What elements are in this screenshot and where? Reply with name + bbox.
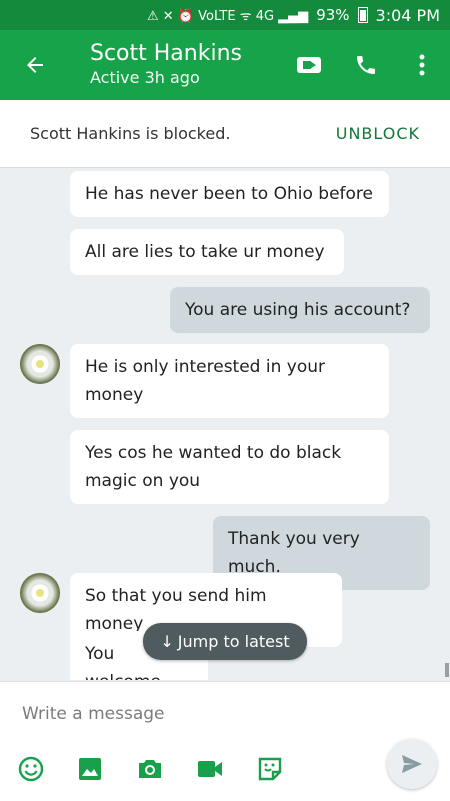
emoji-icon (18, 756, 44, 782)
jump-to-latest-label: Jump to latest (177, 632, 290, 651)
message-bubble-incoming[interactable]: He is only interested in your money (70, 344, 389, 418)
image-button[interactable] (75, 754, 105, 784)
sticker-icon (258, 757, 282, 781)
send-icon (402, 755, 422, 773)
voice-call-button[interactable] (338, 30, 394, 100)
scrollbar[interactable] (445, 663, 449, 677)
send-button[interactable] (387, 739, 437, 789)
conversation-title[interactable]: Scott Hankins Active 3h ago (70, 41, 282, 89)
composer (0, 681, 450, 801)
jump-to-latest-button[interactable]: ↓ Jump to latest (143, 623, 307, 660)
message-bubble-incoming[interactable]: He has never been to Ohio before (70, 171, 389, 217)
back-arrow-icon (27, 57, 43, 73)
battery-icon (357, 7, 368, 23)
battery-level: 93% (316, 6, 350, 24)
unblock-button[interactable]: UNBLOCK (336, 124, 420, 143)
image-icon (79, 758, 101, 780)
contact-avatar[interactable] (20, 344, 60, 384)
status-icons: ⚠ ✕ ⏰ VoLTE ᯤ 4G ▂▄▆ (147, 9, 309, 24)
status-bar: ⚠ ✕ ⏰ VoLTE ᯤ 4G ▂▄▆ 93% 3:04 PM (0, 0, 450, 30)
message-list[interactable]: He has never been to Ohio before All are… (0, 169, 450, 680)
message-input[interactable] (20, 698, 354, 730)
video-button[interactable] (195, 754, 225, 784)
header-actions (282, 30, 450, 100)
sticker-button[interactable] (255, 754, 285, 784)
clock: 3:04 PM (375, 5, 440, 25)
message-bubble-outgoing[interactable]: You are using his account? (170, 287, 430, 333)
video-call-icon (297, 57, 321, 73)
contact-status: Active 3h ago (90, 68, 200, 87)
arrow-down-icon: ↓ (160, 632, 174, 651)
contact-avatar[interactable] (20, 573, 60, 613)
blocked-banner: Scott Hankins is blocked. UNBLOCK (0, 100, 450, 168)
phone-icon (357, 56, 375, 74)
video-call-button[interactable] (282, 30, 338, 100)
more-vert-icon (419, 54, 425, 76)
blocked-message: Scott Hankins is blocked. (30, 124, 231, 143)
contact-name: Scott Hankins (90, 41, 242, 66)
camera-icon (139, 760, 161, 778)
emoji-button[interactable] (16, 754, 46, 784)
more-options-button[interactable] (394, 30, 450, 100)
message-bubble-incoming[interactable]: All are lies to take ur money (70, 229, 344, 275)
back-button[interactable] (0, 30, 70, 100)
message-bubble-incoming[interactable]: Yes cos he wanted to do black magic on y… (70, 430, 389, 504)
video-icon (198, 761, 222, 777)
camera-button[interactable] (135, 754, 165, 784)
app-bar: Scott Hankins Active 3h ago (0, 30, 450, 100)
